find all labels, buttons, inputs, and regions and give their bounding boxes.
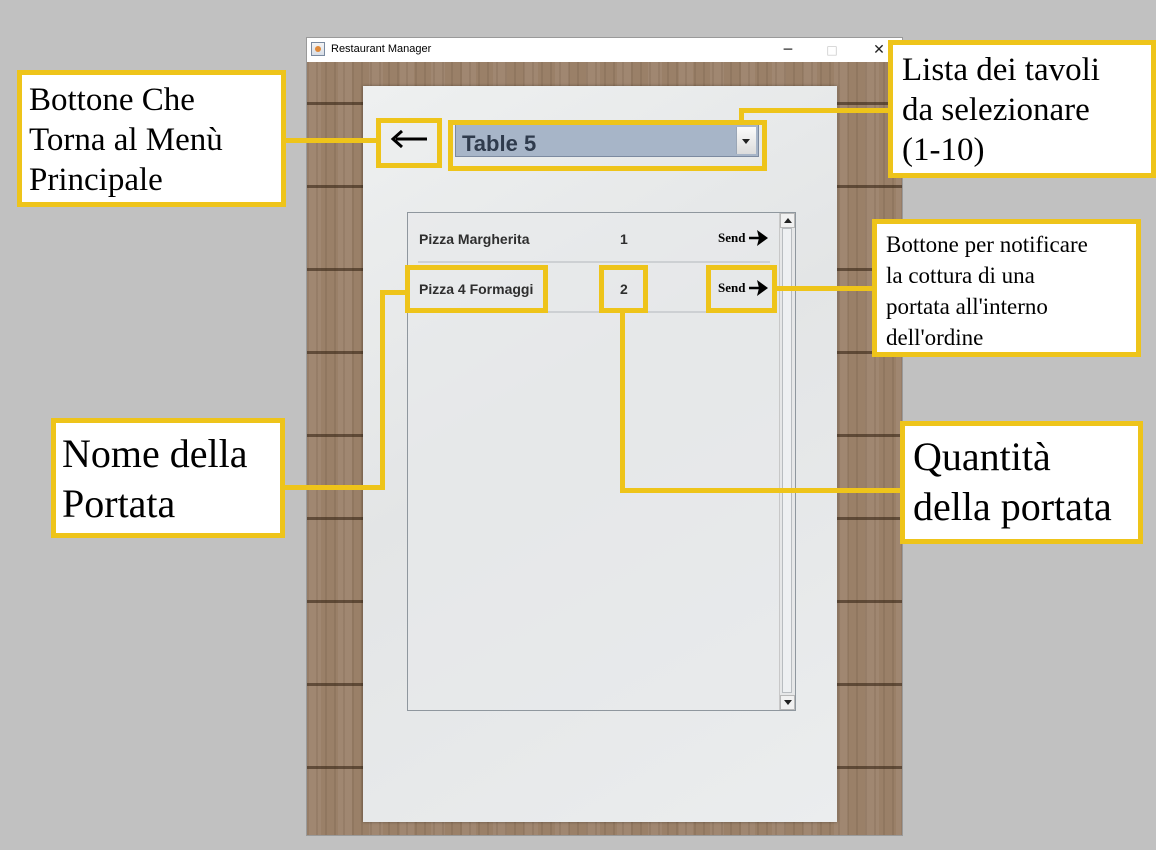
highlight-dish-quantity (599, 265, 648, 313)
send-button[interactable]: Send (717, 226, 773, 250)
callout-text: Nome della Portata (62, 431, 248, 526)
scroll-track[interactable] (782, 228, 792, 693)
highlight-dish-name (405, 265, 548, 313)
connector-line (285, 138, 379, 143)
maximize-button[interactable]: □ (809, 38, 855, 62)
window-title: Restaurant Manager (331, 43, 432, 55)
callout-text: Quantità della portata (913, 434, 1112, 529)
callout-back-button: Bottone Che Torna al Menù Principale (17, 70, 286, 207)
list-item: Pizza Margherita 1 Send (408, 213, 770, 263)
dish-quantity: 1 (620, 231, 628, 247)
java-app-icon (311, 42, 325, 56)
send-label: Send (718, 230, 746, 245)
callout-dish-quantity: Quantità della portata (900, 421, 1143, 544)
connector-line (739, 108, 744, 123)
highlight-table-select (448, 120, 767, 171)
scroll-up-icon[interactable] (780, 213, 795, 228)
scroll-down-icon[interactable] (780, 695, 795, 710)
callout-text: Bottone per notificare la cottura di una… (886, 232, 1088, 350)
callout-dish-name: Nome della Portata (51, 418, 285, 538)
dish-name: Pizza Margherita (419, 231, 530, 247)
minimize-button[interactable]: ─ (765, 38, 811, 62)
paper-panel: Table 5 Pizza Margherita 1 Send Pizza 4 … (363, 86, 837, 822)
connector-line (282, 485, 385, 490)
callout-text: Lista dei tavoli da selezionare (1-10) (902, 52, 1100, 168)
highlight-back-button (376, 118, 442, 168)
connector-line (739, 108, 891, 113)
title-bar[interactable]: Restaurant Manager ─ □ ✕ (307, 38, 902, 62)
connector-line (775, 286, 877, 291)
callout-text: Bottone Che Torna al Menù Principale (29, 82, 223, 198)
highlight-send-button (706, 265, 777, 313)
wood-background: Table 5 Pizza Margherita 1 Send Pizza 4 … (307, 62, 902, 835)
callout-send-button: Bottone per notificare la cottura di una… (872, 219, 1141, 357)
connector-line (380, 290, 385, 490)
connector-line (620, 488, 903, 493)
arrow-right-icon (749, 230, 768, 246)
connector-line (620, 311, 625, 493)
callout-table-list: Lista dei tavoli da selezionare (1-10) (888, 40, 1156, 178)
